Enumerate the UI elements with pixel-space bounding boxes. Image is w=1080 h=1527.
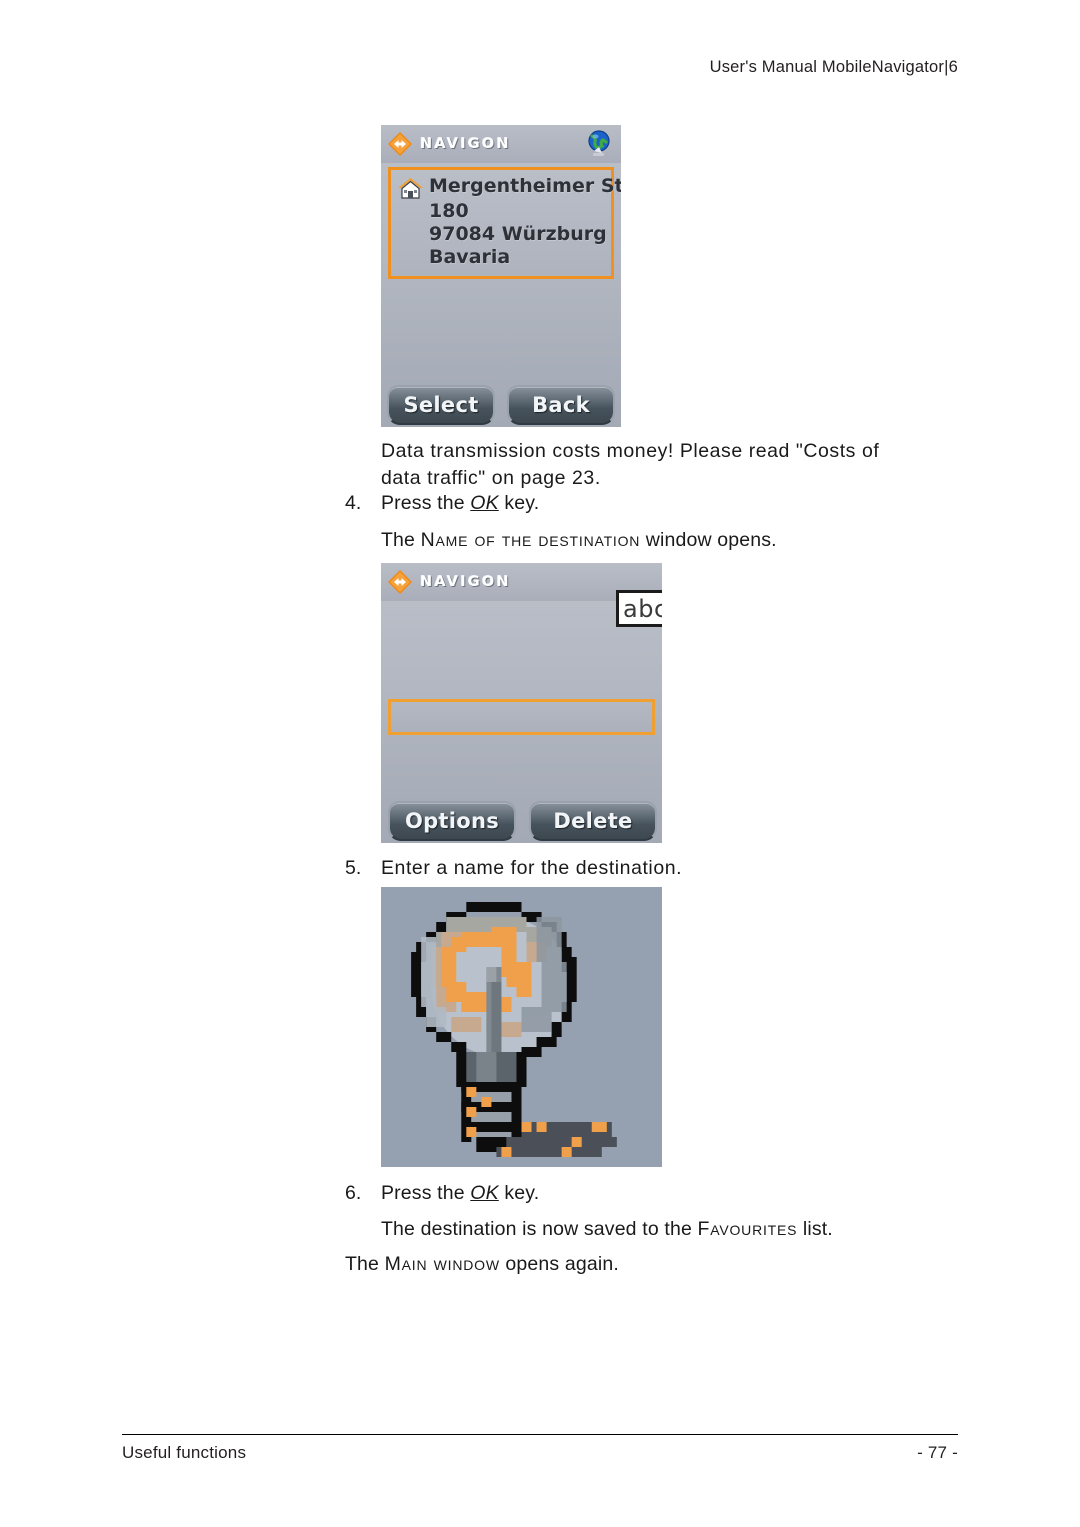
navigon-logo: NAVIGON [387, 131, 511, 157]
address-region: Bavaria [429, 246, 511, 268]
page-header-title: User's Manual MobileNavigator|6 [709, 58, 958, 76]
step-4-text: Press the OK key. [381, 490, 941, 517]
ok-key-reference: OK [470, 1182, 499, 1204]
step-6-text: Press the OK key. [381, 1180, 941, 1207]
step-6-text-after: key. [498, 1182, 540, 1204]
globe-on-stand-icon[interactable] [582, 129, 612, 161]
delete-button[interactable]: Delete [529, 801, 657, 841]
footer-section-label: Useful functions [122, 1443, 247, 1462]
footer-divider [122, 1434, 958, 1435]
navigon-wordmark: NAVIGON [420, 136, 511, 152]
soft-key-bar: Select Back [381, 381, 621, 427]
delete-button-label: Delete [553, 809, 633, 833]
options-button[interactable]: Options [388, 801, 516, 841]
back-button[interactable]: Back [507, 385, 615, 425]
step-4-number: 4. [345, 492, 362, 514]
input-mode-badge-label: abc [623, 594, 662, 623]
house-icon [397, 176, 424, 200]
address-card[interactable]: Mergentheimer Straße 180 97084 Würzburg … [388, 167, 621, 279]
step-4-result-before: The [381, 529, 421, 551]
destination-name-input[interactable] [388, 699, 655, 735]
light-bulb-tip-graphic [381, 887, 662, 1167]
address-street: Mergentheimer Straße [429, 175, 621, 197]
step-6-result: The destination is now saved to the Favo… [381, 1216, 981, 1243]
step-6-result-after: list. [797, 1218, 833, 1240]
device-title-bar: NAVIGON [381, 125, 621, 163]
step-4-result-after: window opens. [640, 529, 777, 551]
ok-key-reference: OK [470, 492, 499, 514]
step-4-result: The Name of the destination window opens… [381, 527, 941, 554]
step-6-number: 6. [345, 1182, 362, 1204]
navigon-logo-2: NAVIGON [387, 569, 511, 595]
screenshot-name-of-destination: NAVIGON abc Options Delete [381, 563, 662, 843]
address-number: 180 [429, 200, 469, 222]
name-of-destination-window-reference: Name of the destination [420, 529, 641, 551]
note-paragraph: Data transmission costs money! Please re… [381, 438, 921, 492]
step-5-text: Enter a name for the destination. [381, 857, 683, 879]
favourites-list-reference: Favourites [697, 1218, 798, 1240]
main-window-note-before: The [345, 1253, 385, 1275]
navigon-diamond-icon [387, 569, 413, 595]
main-window-note-after: opens again. [499, 1253, 619, 1275]
soft-key-bar-2: Options Delete [381, 797, 662, 843]
step-6-text-before: Press the [381, 1182, 471, 1204]
back-button-label: Back [532, 393, 590, 417]
step-4-text-after: key. [498, 492, 540, 514]
step-6-result-before: The destination is now saved to the [381, 1218, 698, 1240]
footer-page-number: - 77 - [917, 1443, 958, 1462]
options-button-label: Options [404, 809, 500, 833]
select-button-label: Select [403, 393, 479, 417]
step-5-number: 5. [345, 857, 362, 879]
note-text: Data transmission costs money! Please re… [381, 440, 880, 489]
main-window-reference: Main window [384, 1253, 500, 1275]
screenshot-destination-address: NAVIGON Mergentheimer St 180 97084 Würzb… [381, 125, 621, 427]
address-postcode-city: 97084 Würzburg [429, 223, 607, 245]
main-window-note: The Main window opens again. [345, 1251, 945, 1278]
navigon-wordmark: NAVIGON [420, 574, 511, 590]
navigon-diamond-icon [387, 131, 413, 157]
light-bulb-pixel-art [381, 887, 662, 1167]
step-4-text-before: Press the [381, 492, 471, 514]
input-mode-badge[interactable]: abc [616, 590, 662, 627]
select-button[interactable]: Select [387, 385, 495, 425]
